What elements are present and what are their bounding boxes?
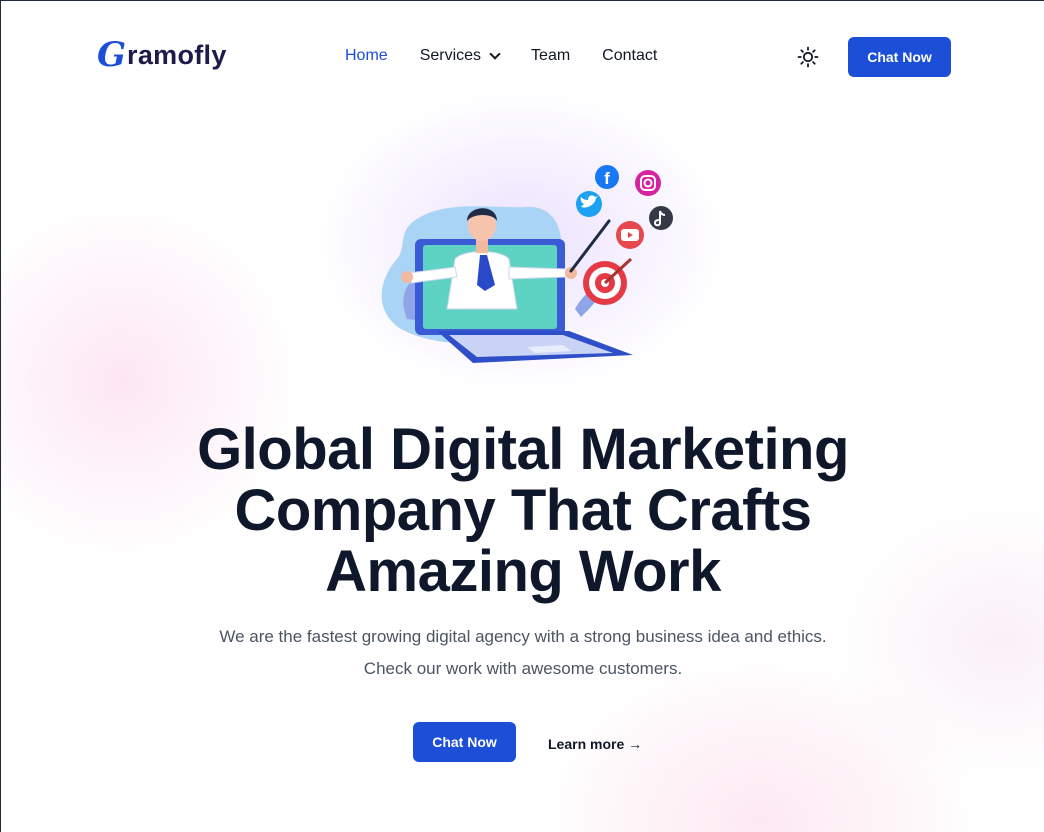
hero-subtitle: We are the fastest growing digital agenc… xyxy=(123,621,923,685)
target-icon xyxy=(583,257,633,305)
page: G ramofly Home Services Team Contact Cha… xyxy=(0,0,1044,832)
theme-toggle-button[interactable] xyxy=(797,46,819,68)
hero-subtitle-line: We are the fastest growing digital agenc… xyxy=(219,627,827,646)
nav-item-services[interactable]: Services xyxy=(419,47,501,65)
twitter-icon xyxy=(576,191,602,217)
logo-text: ramofly xyxy=(127,39,227,70)
hero-title-line: Amazing Work xyxy=(325,539,721,604)
nav-label: Services xyxy=(419,47,482,64)
instagram-icon xyxy=(635,170,661,196)
nav-label: Contact xyxy=(602,47,658,64)
logo-mark: G xyxy=(97,35,127,75)
facebook-icon: f xyxy=(595,165,619,189)
hero-title-line: Global Digital Marketing xyxy=(197,417,849,482)
nav-item-home[interactable]: Home xyxy=(345,47,388,65)
tiktok-icon xyxy=(649,206,673,230)
site-header: G ramofly Home Services Team Contact Cha… xyxy=(1,1,1044,113)
hero-title-line: Company That Crafts xyxy=(234,478,812,543)
hero-subtitle-line: Check our work with awesome customers. xyxy=(363,659,683,678)
hero-title: Global Digital Marketing Company That Cr… xyxy=(123,419,923,602)
nav-item-team[interactable]: Team xyxy=(531,47,570,65)
header-chat-now-button[interactable]: Chat Now xyxy=(848,37,951,77)
svg-text:f: f xyxy=(604,169,610,188)
nav-label: Team xyxy=(531,47,571,64)
main-nav: Home Services Team Contact xyxy=(345,47,689,65)
nav-label: Home xyxy=(345,47,388,64)
nav-item-contact[interactable]: Contact xyxy=(602,47,657,65)
brand-logo[interactable]: G ramofly xyxy=(97,37,227,73)
chevron-down-icon xyxy=(489,48,501,60)
youtube-icon xyxy=(616,221,644,249)
hero-illustration: f xyxy=(377,159,677,371)
learn-more-link[interactable]: Learn more → xyxy=(548,736,642,752)
sun-icon xyxy=(797,46,819,68)
hero-chat-now-button[interactable]: Chat Now xyxy=(413,722,516,762)
